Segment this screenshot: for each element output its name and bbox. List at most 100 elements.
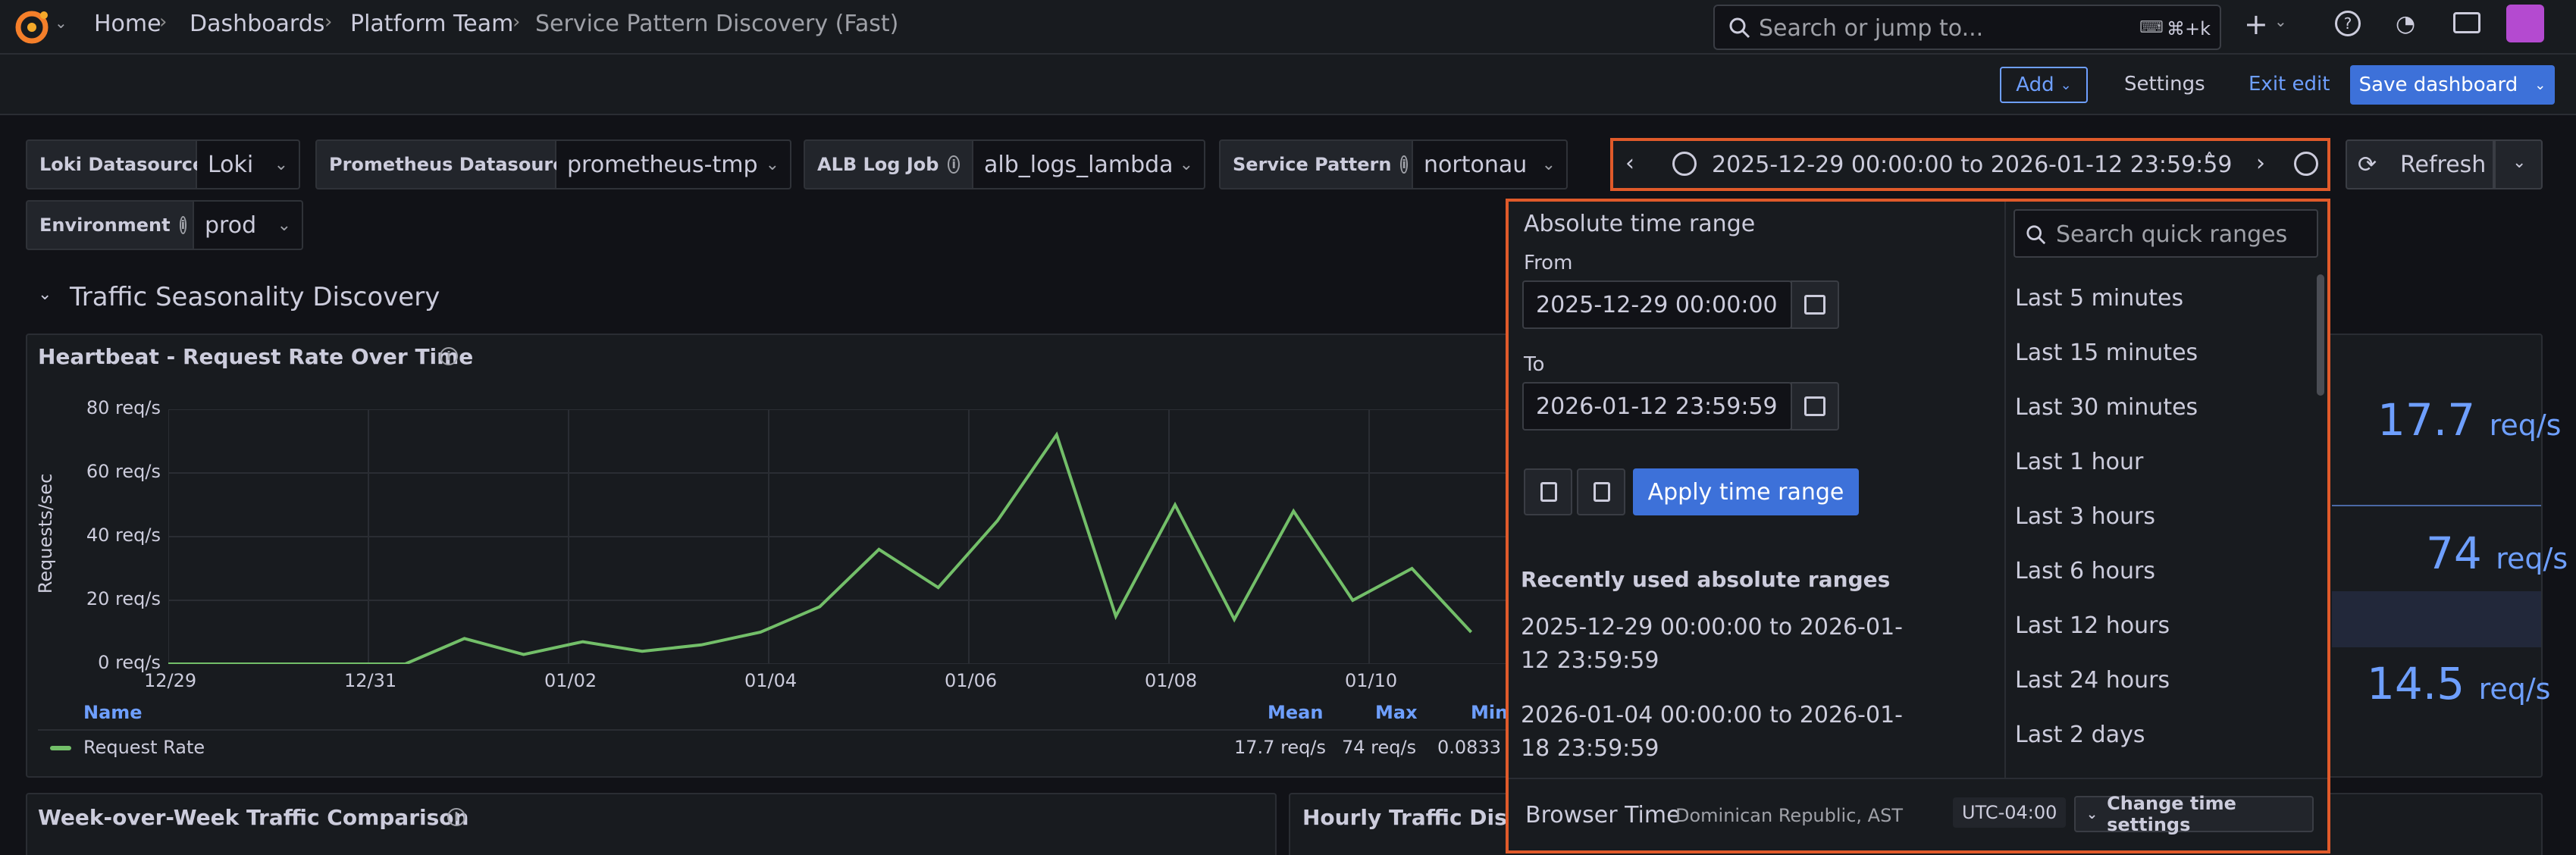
legend-mean-header[interactable]: Mean bbox=[1268, 702, 1323, 723]
week-over-week-title[interactable]: Week-over-Week Traffic Comparison bbox=[38, 805, 469, 830]
legend-series-name[interactable]: Request Rate bbox=[83, 737, 205, 758]
plus-icon[interactable]: + bbox=[2244, 8, 2268, 41]
x-tick-label: 01/10 bbox=[1345, 670, 1398, 691]
quick-range-item[interactable]: Last 5 minutes bbox=[2015, 285, 2183, 312]
absolute-range-heading: Absolute time range bbox=[1524, 211, 1756, 237]
breadcrumb-platform-team[interactable]: Platform Team bbox=[350, 11, 513, 37]
exit-edit-button[interactable]: Exit edit bbox=[2249, 73, 2330, 96]
variable-label-text: ALB Log Job bbox=[817, 154, 939, 175]
to-input[interactable]: 2026-01-12 23:59:59 bbox=[1522, 382, 1792, 431]
quick-range-item[interactable]: Last 12 hours bbox=[2015, 612, 2170, 639]
breadcrumb-separator: › bbox=[159, 11, 168, 33]
from-input-value: 2025-12-29 00:00:00 bbox=[1536, 291, 1778, 318]
legend-name-header[interactable]: Name bbox=[83, 702, 143, 723]
search-shortcut: ⌘+k bbox=[2167, 18, 2211, 39]
search-input[interactable]: Search or jump to... ⌨ ⌘+k bbox=[1713, 5, 2221, 50]
breadcrumb-dashboards[interactable]: Dashboards bbox=[190, 11, 324, 37]
paste-range-button[interactable] bbox=[1577, 468, 1625, 515]
variable-select-alb-log-job[interactable]: alb_logs_lambda ⌄ bbox=[973, 139, 1205, 189]
from-calendar-button[interactable] bbox=[1791, 280, 1839, 329]
heartbeat-chart bbox=[168, 409, 1510, 664]
recent-range-item[interactable]: 2026-01-04 00:00:00 to 2026-01-18 23:59:… bbox=[1521, 699, 1915, 766]
chevron-up-icon[interactable]: ˄ bbox=[2205, 150, 2214, 173]
apply-time-range-button[interactable]: Apply time range bbox=[1633, 468, 1859, 515]
legend-mean-value: 17.7 req/s bbox=[1234, 737, 1326, 758]
legend-max-header[interactable]: Max bbox=[1375, 702, 1418, 723]
time-back-button[interactable]: ‹ bbox=[1625, 150, 1634, 177]
quick-range-item[interactable]: Last 6 hours bbox=[2015, 558, 2155, 584]
change-time-settings-label: Change time settings bbox=[2107, 793, 2236, 835]
time-forward-button[interactable]: › bbox=[2256, 150, 2265, 177]
variable-label-alb-log-job: ALB Log Job i bbox=[804, 139, 973, 189]
variable-label-text: Service Pattern bbox=[1233, 154, 1392, 175]
y-tick-label: 80 req/s bbox=[86, 397, 161, 418]
change-time-settings-button[interactable]: ⌄ Change time settings bbox=[2074, 793, 2314, 835]
x-tick-label: 01/06 bbox=[945, 670, 998, 691]
stat-panel-highlight bbox=[2332, 591, 2541, 647]
stat-value: 17.7 bbox=[2377, 394, 2476, 446]
legend-min-header[interactable]: Min bbox=[1471, 702, 1508, 723]
chevron-down-icon: ⌄ bbox=[2060, 77, 2072, 93]
hourly-traffic-title[interactable]: Hourly Traffic Distri bbox=[1302, 805, 1535, 830]
heartbeat-panel-title[interactable]: Heartbeat - Request Rate Over Time bbox=[38, 344, 473, 369]
monitor-icon[interactable] bbox=[2453, 12, 2480, 33]
time-picker-group: ‹ 2025-12-29 00:00:00 to 2026-01-12 23:5… bbox=[1610, 138, 2330, 191]
info-icon[interactable]: i bbox=[948, 155, 960, 174]
grafana-logo-icon[interactable] bbox=[14, 8, 59, 45]
breadcrumb-home[interactable]: Home bbox=[94, 11, 161, 37]
variable-value: alb_logs_lambda bbox=[984, 151, 1174, 178]
save-dashboard-button[interactable]: Save dashboard ⌄ bbox=[2350, 65, 2555, 105]
keyboard-icon: ⌨ bbox=[2139, 18, 2164, 37]
stat-panel-separator bbox=[2332, 505, 2541, 506]
variable-label-text: Loki Datasource bbox=[39, 154, 205, 175]
save-dashboard-label: Save dashboard bbox=[2358, 74, 2518, 96]
info-icon[interactable]: i bbox=[179, 216, 187, 234]
quick-ranges-scrollbar[interactable] bbox=[2317, 274, 2324, 396]
utc-offset-badge: UTC-04:00 bbox=[1953, 797, 2067, 828]
legend-min-value: 0.0833 bbox=[1437, 737, 1501, 758]
clipboard-icon bbox=[1594, 482, 1610, 502]
x-tick-label: 01/02 bbox=[544, 670, 597, 691]
variable-select-prometheus[interactable]: prometheus-tmp ⌄ bbox=[556, 139, 791, 189]
to-calendar-button[interactable] bbox=[1791, 382, 1839, 431]
chevron-down-icon[interactable]: ⌄ bbox=[55, 14, 67, 32]
refresh-label: Refresh bbox=[2400, 152, 2487, 178]
from-label: From bbox=[1524, 252, 1573, 274]
variable-select-environment[interactable]: prod ⌄ bbox=[194, 200, 303, 250]
variable-label-prometheus: Prometheus Datasource bbox=[315, 139, 576, 189]
add-button[interactable]: Add ⌄ bbox=[2000, 67, 2088, 103]
x-tick-label: 12/29 bbox=[144, 670, 197, 691]
chevron-down-icon: ⌄ bbox=[2086, 806, 2098, 822]
variable-select-service-pattern[interactable]: nortonau ⌄ bbox=[1413, 139, 1568, 189]
settings-button[interactable]: Settings bbox=[2124, 73, 2205, 96]
variable-select-loki[interactable]: Loki ⌄ bbox=[197, 139, 300, 189]
quick-ranges-search-input[interactable]: Search quick ranges bbox=[2013, 209, 2318, 258]
refresh-button[interactable]: ⟳ Refresh bbox=[2346, 139, 2494, 189]
quick-range-item[interactable]: Last 3 hours bbox=[2015, 503, 2155, 530]
info-icon[interactable]: i bbox=[1400, 155, 1408, 174]
quick-range-item[interactable]: Last 15 minutes bbox=[2015, 340, 2198, 366]
row-collapse-chevron-icon[interactable]: ⌄ bbox=[38, 285, 52, 304]
refresh-interval-dropdown[interactable]: ⌄ bbox=[2494, 139, 2543, 189]
series-line-request-rate bbox=[168, 431, 1473, 664]
quick-range-item[interactable]: Last 24 hours bbox=[2015, 667, 2170, 694]
row-title[interactable]: Traffic Seasonality Discovery bbox=[70, 282, 440, 312]
y-tick-label: 20 req/s bbox=[86, 588, 161, 609]
from-input[interactable]: 2025-12-29 00:00:00 bbox=[1522, 280, 1792, 329]
quick-range-item[interactable]: Last 30 minutes bbox=[2015, 394, 2198, 421]
info-icon[interactable]: i bbox=[447, 808, 465, 826]
info-icon[interactable]: i bbox=[440, 347, 458, 365]
rss-icon[interactable]: ◔ bbox=[2396, 11, 2415, 37]
zoom-out-icon[interactable] bbox=[2294, 152, 2318, 176]
quick-range-item[interactable]: Last 1 hour bbox=[2015, 449, 2143, 475]
help-icon[interactable]: ? bbox=[2335, 11, 2361, 36]
quick-ranges-placeholder: Search quick ranges bbox=[2056, 221, 2288, 248]
recent-range-item[interactable]: 2025-12-29 00:00:00 to 2026-01-12 23:59:… bbox=[1521, 611, 1915, 678]
copy-range-button[interactable] bbox=[1524, 468, 1572, 515]
chevron-down-icon[interactable]: ⌄ bbox=[2274, 12, 2287, 30]
time-range-button[interactable]: 2025-12-29 00:00:00 to 2026-01-12 23:59:… bbox=[1712, 152, 2232, 178]
quick-range-item[interactable]: Last 2 days bbox=[2015, 722, 2145, 748]
avatar[interactable] bbox=[2506, 5, 2544, 42]
y-tick-label: 40 req/s bbox=[86, 525, 161, 546]
browser-time-label: Browser Time bbox=[1525, 802, 1681, 828]
